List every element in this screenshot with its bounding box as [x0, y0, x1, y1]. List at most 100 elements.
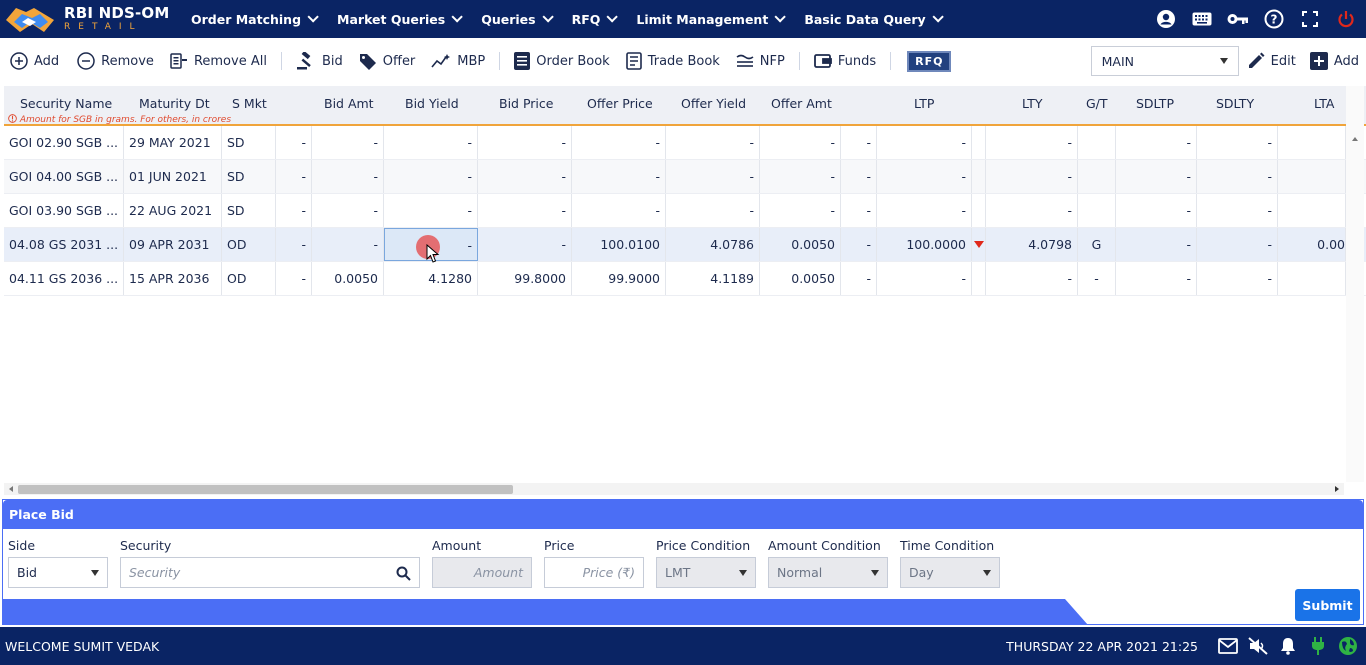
cell-offer-amt[interactable]: 0.0050 [760, 228, 841, 261]
cell-sdltp[interactable]: - [1116, 126, 1197, 159]
cell-maturity-dt[interactable]: 01 JUN 2021 [124, 160, 222, 193]
cell-ltp-trend[interactable] [972, 160, 986, 193]
table-row[interactable]: 04.11 GS 2036 ... 15 APR 2036 OD -0.0050 4.1… [4, 262, 1366, 296]
bid-button[interactable]: Bid [296, 52, 343, 70]
cell-offer-price[interactable]: - [572, 160, 666, 193]
cell-maturity-dt[interactable]: 22 AUG 2021 [124, 194, 222, 227]
rfq-button[interactable]: RFQ [907, 50, 952, 72]
cell-lty[interactable]: - [986, 126, 1078, 159]
cell-offer-yield[interactable]: - [666, 160, 760, 193]
cell-g-t[interactable] [1078, 126, 1116, 159]
col-bid-price[interactable]: Bid Price [499, 96, 553, 111]
search-icon[interactable] [396, 566, 411, 581]
table-row[interactable]: 04.08 GS 2031 ... 09 APR 2031 OD - - - -100.01… [4, 228, 1366, 262]
col-security-name[interactable]: Security Name [20, 96, 112, 111]
cell-offer-amt[interactable]: - [760, 160, 841, 193]
cell-lty[interactable]: - [986, 160, 1078, 193]
cell-sdlty[interactable]: - [1197, 194, 1278, 227]
menu-limit-management[interactable]: Limit Management [636, 11, 787, 27]
cell-offer-amt[interactable]: 0.0050 [760, 262, 841, 295]
power-logout-icon[interactable] [1334, 7, 1358, 31]
cell-sdlty[interactable]: - [1197, 160, 1278, 193]
cell-flag[interactable]: - [276, 126, 312, 159]
cell-bid-yield[interactable]: - [384, 194, 478, 227]
mbp-button[interactable]: MBP [431, 53, 485, 69]
cell-flag-2[interactable]: - [841, 194, 877, 227]
table-row[interactable]: GOI 03.90 SGB ... 22 AUG 2021 SD - - - - - - - - - -… [4, 194, 1366, 228]
help-icon[interactable]: ? [1262, 7, 1286, 31]
amount-input[interactable]: Amount [432, 557, 532, 588]
cell-ltp-trend[interactable] [972, 228, 986, 261]
fullscreen-icon[interactable] [1298, 7, 1322, 31]
time-condition-select[interactable]: Day [900, 557, 1000, 588]
add-watchlist-button[interactable]: Add [1309, 52, 1359, 70]
bell-notification-icon[interactable] [1278, 636, 1298, 656]
cell-lta[interactable] [1278, 126, 1346, 159]
cell-sdltp[interactable]: - [1116, 262, 1197, 295]
vertical-scrollbar[interactable] [1346, 86, 1364, 482]
side-select[interactable]: Bid [8, 557, 108, 588]
cell-sdltp[interactable]: - [1116, 228, 1197, 261]
remove-security-button[interactable]: Remove [77, 52, 154, 70]
key-icon[interactable] [1226, 7, 1250, 31]
col-offer-amt[interactable]: Offer Amt [771, 96, 832, 111]
col-offer-yield[interactable]: Offer Yield [681, 96, 746, 111]
horizontal-scrollbar[interactable] [4, 483, 1344, 495]
cell-offer-price[interactable]: - [572, 194, 666, 227]
cell-ltp[interactable]: - [877, 126, 972, 159]
cell-lty[interactable]: 4.0798 [986, 228, 1078, 261]
cell-sdlty[interactable]: - [1197, 126, 1278, 159]
scrollbar-thumb[interactable] [18, 485, 513, 494]
cell-maturity-dt[interactable]: 15 APR 2036 [124, 262, 222, 295]
cell-bid-price[interactable]: - [478, 228, 572, 261]
cell-lta[interactable]: 0.00 [1278, 228, 1346, 261]
cell-offer-amt[interactable]: - [760, 126, 841, 159]
cell-bid-amt[interactable]: - [312, 160, 384, 193]
cell-ltp-trend[interactable] [972, 262, 986, 295]
cell-flag[interactable]: - [276, 228, 312, 261]
cell-sdlty[interactable]: - [1197, 262, 1278, 295]
watchlist-select[interactable]: MAIN [1090, 46, 1239, 76]
cell-ltp-trend[interactable] [972, 126, 986, 159]
funds-button[interactable]: Funds [813, 53, 876, 69]
keyboard-icon[interactable] [1190, 7, 1214, 31]
cell-lty[interactable]: - [986, 262, 1078, 295]
col-ltp[interactable]: LTP [914, 96, 934, 111]
col-lta[interactable]: LTA [1314, 96, 1334, 111]
order-book-button[interactable]: Order Book [514, 52, 610, 70]
col-sdlty[interactable]: SDLTY [1216, 96, 1254, 111]
cell-bid-yield[interactable]: 4.1280 [384, 262, 478, 295]
col-lty[interactable]: LTY [1022, 96, 1043, 111]
cell-security-name[interactable]: GOI 03.90 SGB ... [4, 194, 124, 227]
cell-security-name[interactable]: 04.08 GS 2031 ... [4, 228, 124, 261]
cell-flag-2[interactable]: - [841, 228, 877, 261]
cell-bid-amt[interactable]: - [312, 194, 384, 227]
cell-lta[interactable] [1278, 194, 1346, 227]
col-offer-price[interactable]: Offer Price [587, 96, 653, 111]
cell-ltp[interactable]: - [877, 160, 972, 193]
cell-security-name[interactable]: 04.11 GS 2036 ... [4, 262, 124, 295]
cell-flag-2[interactable]: - [841, 160, 877, 193]
cell-bid-price[interactable]: - [478, 126, 572, 159]
cell-s-mkt[interactable]: SD [222, 194, 276, 227]
cell-security-name[interactable]: GOI 02.90 SGB ... [4, 126, 124, 159]
sound-muted-icon[interactable] [1248, 636, 1268, 656]
menu-rfq[interactable]: RFQ [572, 11, 619, 27]
edit-watchlist-button[interactable]: Edit [1247, 52, 1296, 70]
cell-lta[interactable] [1278, 262, 1346, 295]
col-bid-amt[interactable]: Bid Amt [324, 96, 374, 111]
amount-condition-select[interactable]: Normal [768, 557, 888, 588]
cell-maturity-dt[interactable]: 29 MAY 2021 [124, 126, 222, 159]
col-s-mkt[interactable]: S Mkt [232, 96, 267, 111]
cell-sdltp[interactable]: - [1116, 160, 1197, 193]
cell-lty[interactable]: - [986, 194, 1078, 227]
cell-security-name[interactable]: GOI 04.00 SGB ... [4, 160, 124, 193]
price-condition-select[interactable]: LMT [656, 557, 756, 588]
cell-sdlty[interactable]: - [1197, 228, 1278, 261]
cell-offer-price[interactable]: 100.0100 [572, 228, 666, 261]
cell-flag[interactable]: - [276, 262, 312, 295]
user-profile-icon[interactable] [1154, 7, 1178, 31]
col-maturity-dt[interactable]: Maturity Dt [139, 96, 210, 111]
cell-g-t[interactable] [1078, 160, 1116, 193]
cell-sdltp[interactable]: - [1116, 194, 1197, 227]
